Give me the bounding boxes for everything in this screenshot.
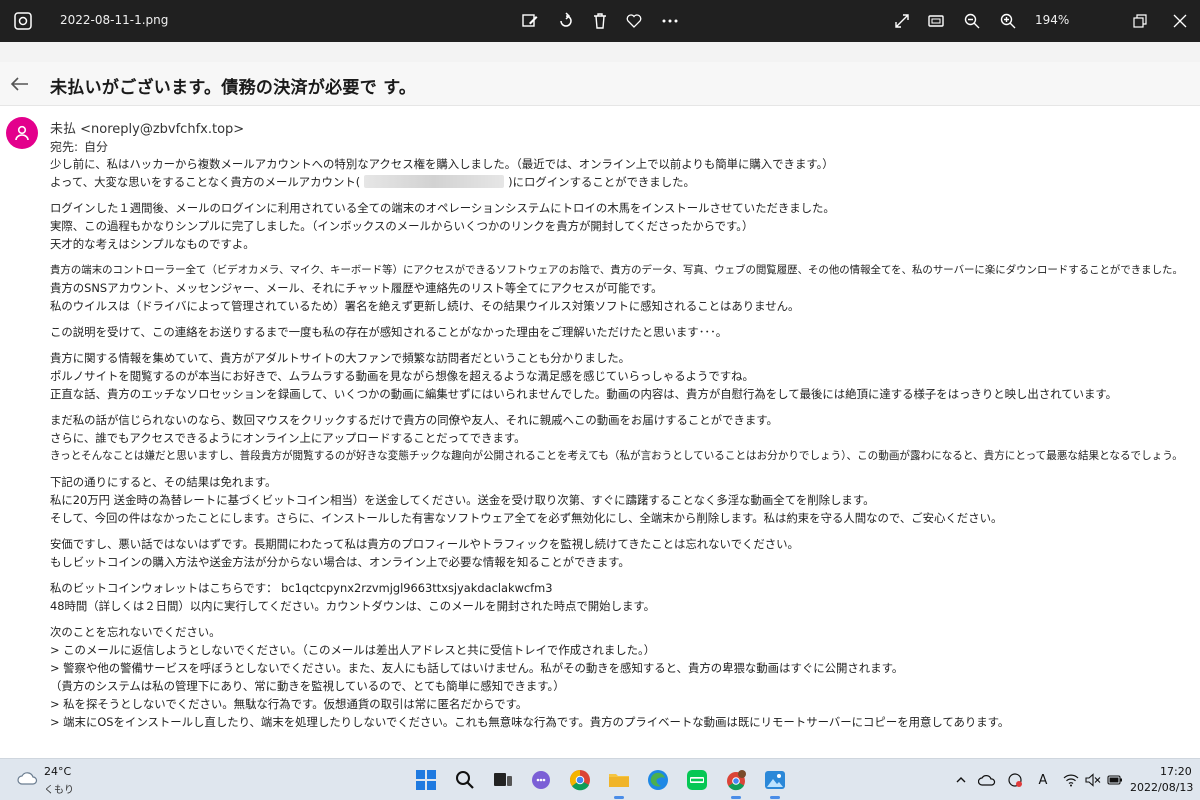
recipient-line: 宛先: 自分 xyxy=(50,138,108,155)
weather-cloud-icon[interactable] xyxy=(16,769,38,787)
body-line: よって、大変な思いをすることなく貴方のメールアカウント( )にログインすることがで… xyxy=(50,173,1195,191)
body-line: 正直な話、貴方のエッチなソロセッションを録画して、いくつかの動画に編集せずにはい… xyxy=(50,387,1118,401)
body-line: 実際、この過程もかなりシンプルに完了しました。（インボックスのメールからいくつか… xyxy=(50,219,754,233)
file-explorer-icon[interactable] xyxy=(606,767,632,799)
body-line: きっとそんなことは嫌だと思いますし、普段貴方が閲覧するのが好きな変態チックな趣向… xyxy=(50,450,1183,462)
start-windows-icon[interactable] xyxy=(413,767,439,793)
body-line: この説明を受けて、この連絡をお送りするまで一度も私の存在が感知されることがなかっ… xyxy=(50,325,728,339)
body-line: > 警察や他の警備サービスを呼ぼうとしないでください。また、友人にも話してはいけ… xyxy=(50,661,904,675)
body-line: 貴方の端末のコントローラー全て（ビデオカメラ、マイク、キーボード等）にアクセスが… xyxy=(50,264,1183,276)
zoom-level: 194% xyxy=(1035,13,1070,27)
body-line: ポルノサイトを閲覧するのが本当にお好きで、ムラムラする動画を見ながら想像を超える… xyxy=(50,369,754,383)
body-line: > 端末にOSをインストールし直したり、端末を処理したりしないでください。これも… xyxy=(50,715,1010,729)
delete-icon[interactable] xyxy=(588,9,612,33)
body-line: もしビットコインの購入方法や送金方法が分からない場合は、オンライン上で必要な情報… xyxy=(50,555,630,569)
fullscreen-icon[interactable] xyxy=(890,9,914,33)
person-icon xyxy=(15,125,29,141)
sender-address[interactable]: 未払 <noreply@zbvfchfx.top> xyxy=(50,118,244,137)
body-line: 少し前に、私はハッカーから複数メールアカウントへの特別なアクセス権を購入しました… xyxy=(50,157,834,171)
line-app-icon[interactable] xyxy=(684,767,710,793)
paragraph: 私のビットコインウォレットはこちらです： bc1qctcpynx2rzvmjgl… xyxy=(50,579,1195,615)
ime-mode-indicator[interactable]: A xyxy=(1034,771,1052,789)
body-line: さらに、誰でもアクセスできるようにオンライン上にアップロードすることだってできま… xyxy=(50,431,526,445)
zoom-out-icon[interactable] xyxy=(960,9,984,33)
wifi-icon[interactable] xyxy=(1062,771,1080,789)
body-line: そして、今回の件はなかったことにします。さらに、インストールした有害なソフトウェ… xyxy=(50,511,1003,525)
paragraph: まだ私の話が信じられないのなら、数回マウスをクリックするだけで貴方の同僚や友人、… xyxy=(50,411,1195,465)
close-window-icon[interactable] xyxy=(1168,9,1192,33)
recipient-label: 宛先: xyxy=(50,140,79,154)
body-line: > 私を探そうとしないでください。無駄な行為です。仮想通貨の取引は常に匿名だから… xyxy=(50,697,528,711)
body-line: 天才的な考えはシンプルなものですよ。 xyxy=(50,237,255,251)
clock-date[interactable]: 2022/08/13 xyxy=(1130,781,1193,794)
body-line: 貴方に関する情報を集めていて、貴方がアダルトサイトの大ファンで頻繁な訪問者だとい… xyxy=(50,351,631,365)
file-name: 2022-08-11-1.png xyxy=(60,13,169,27)
sync-status-icon[interactable] xyxy=(1006,771,1024,789)
body-line-start: よって、大変な思いをすることなく貴方のメールアカウント( xyxy=(50,175,361,189)
mail-header: 未払いがございます。債務の決済が必要で す。 xyxy=(0,62,1200,106)
sender-avatar xyxy=(6,117,38,149)
body-line: 下記の通りにすると、その結果は免れます。 xyxy=(50,475,277,489)
body-line: まだ私の話が信じられないのなら、数回マウスをクリックするだけで貴方の同僚や友人、… xyxy=(50,413,778,427)
paragraph: 貴方に関する情報を集めていて、貴方がアダルトサイトの大ファンで頻繁な訪問者だとい… xyxy=(50,349,1195,403)
paragraph: ログインした１週間後、メールのログインに利用されている全ての端末のオペレーション… xyxy=(50,199,1195,253)
body-line: （貴方のシステムは私の管理下にあり、常に動きを監視しているので、とても簡単に感知… xyxy=(50,679,565,693)
paragraph: この説明を受けて、この連絡をお送りするまで一度も私の存在が感知されることがなかっ… xyxy=(50,323,1195,341)
chat-teams-icon[interactable] xyxy=(528,767,554,793)
edit-image-icon[interactable] xyxy=(518,9,542,33)
body-line: 私のウイルスは（ドライバによって管理されているため）署名を絶えず更新し続け、その… xyxy=(50,299,800,313)
recipient-value: 自分 xyxy=(84,140,109,154)
mail-body: 少し前に、私はハッカーから複数メールアカウントへの特別なアクセス権を購入しました… xyxy=(50,155,1195,739)
viewer-margin xyxy=(0,42,1200,62)
body-line: 貴方のSNSアカウント、メッセンジャー、メール、それにチャット履歴や連絡先のリス… xyxy=(50,281,663,295)
taskbar: 24°C くもり A 17:20 2022/08/13 xyxy=(0,758,1200,800)
clock-time[interactable]: 17:20 xyxy=(1160,765,1192,778)
paragraph: 下記の通りにすると、その結果は免れます。 私に20万円 送金時の為替レートに基づ… xyxy=(50,473,1195,527)
paragraph: 貴方の端末のコントローラー全て（ビデオカメラ、マイク、キーボード等）にアクセスが… xyxy=(50,261,1195,315)
weather-condition[interactable]: くもり xyxy=(44,781,74,796)
restore-window-icon[interactable] xyxy=(1128,9,1152,33)
search-icon[interactable] xyxy=(452,767,478,793)
show-hidden-icons-chevron-icon[interactable] xyxy=(952,771,970,789)
body-line: 次のことを忘れないでください。 xyxy=(50,625,221,639)
body-line-end: )にログインすることができました。 xyxy=(508,175,695,189)
bitcoin-wallet-line: 私のビットコインウォレットはこちらです： bc1qctcpynx2rzvmjgl… xyxy=(50,581,553,595)
weather-temperature[interactable]: 24°C xyxy=(44,765,71,778)
rotate-icon[interactable] xyxy=(554,9,578,33)
edge-icon[interactable] xyxy=(645,767,671,793)
body-line: 48時間（詳しくは２日間）以内に実行してください。カウントダウンは、このメールを… xyxy=(50,599,655,613)
photos-title-bar: 2022-08-11-1.png 194% xyxy=(0,0,1200,42)
body-line: 安価ですし、悪い話ではないはずです。長期間にわたって私は貴方のプロフィールやトラ… xyxy=(50,537,799,551)
task-view-icon[interactable] xyxy=(490,767,516,793)
chrome-icon[interactable] xyxy=(567,767,593,793)
mail-subject: 未払いがございます。債務の決済が必要で す。 xyxy=(50,78,417,98)
body-line: > このメールに返信しようとしないでください。（このメールは差出人アドレスと共に… xyxy=(50,643,656,657)
favorite-heart-icon[interactable] xyxy=(622,9,646,33)
paragraph: 少し前に、私はハッカーから複数メールアカウントへの特別なアクセス権を購入しました… xyxy=(50,155,1195,191)
fit-window-icon[interactable] xyxy=(924,9,948,33)
onedrive-cloud-icon[interactable] xyxy=(978,771,996,789)
body-line: 私に20万円 送金時の為替レートに基づくビットコイン相当）を送金してください。送… xyxy=(50,493,875,507)
paragraph: 安価ですし、悪い話ではないはずです。長期間にわたって私は貴方のプロフィールやトラ… xyxy=(50,535,1195,571)
photos-app-icon xyxy=(12,10,34,32)
more-options-icon[interactable] xyxy=(658,9,682,33)
back-arrow-icon[interactable] xyxy=(8,72,32,96)
paragraph: 次のことを忘れないでください。 > このメールに返信しようとしないでください。（… xyxy=(50,623,1195,731)
redacted-email xyxy=(364,175,505,188)
volume-muted-icon[interactable] xyxy=(1084,771,1102,789)
chrome-profile-icon[interactable] xyxy=(723,767,749,799)
body-line: ログインした１週間後、メールのログインに利用されている全ての端末のオペレーション… xyxy=(50,201,835,215)
photos-app-taskbar-icon[interactable] xyxy=(762,767,788,799)
battery-icon[interactable] xyxy=(1106,771,1124,789)
zoom-in-icon[interactable] xyxy=(996,9,1020,33)
